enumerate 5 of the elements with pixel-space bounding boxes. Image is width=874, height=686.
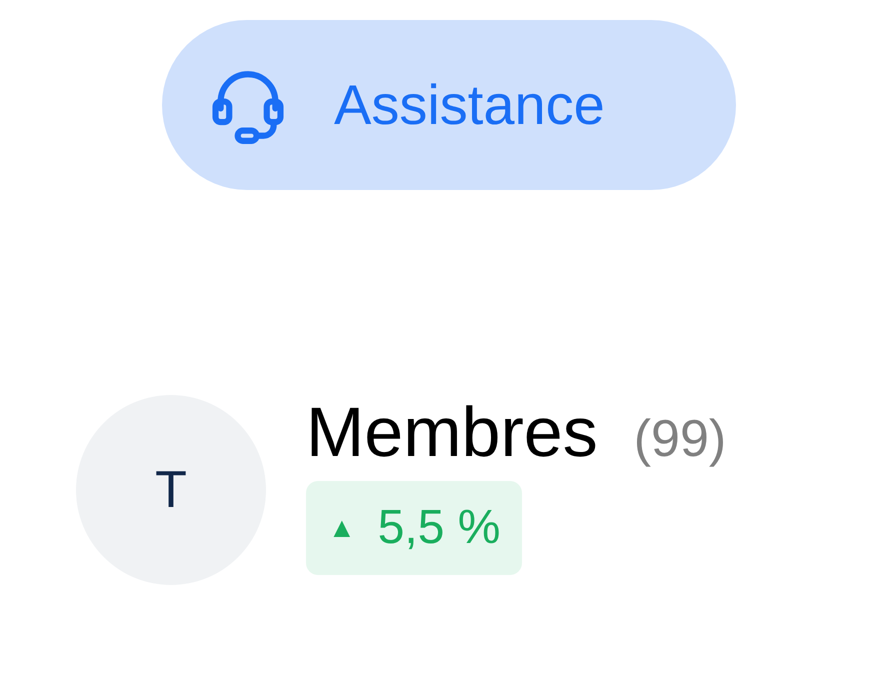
support-button[interactable]: Assistance <box>162 20 736 190</box>
members-title: Membres <box>306 397 598 467</box>
members-count: (99) <box>634 413 726 465</box>
avatar: T <box>76 395 266 585</box>
trend-badge: ▲ 5,5 % <box>306 481 522 575</box>
